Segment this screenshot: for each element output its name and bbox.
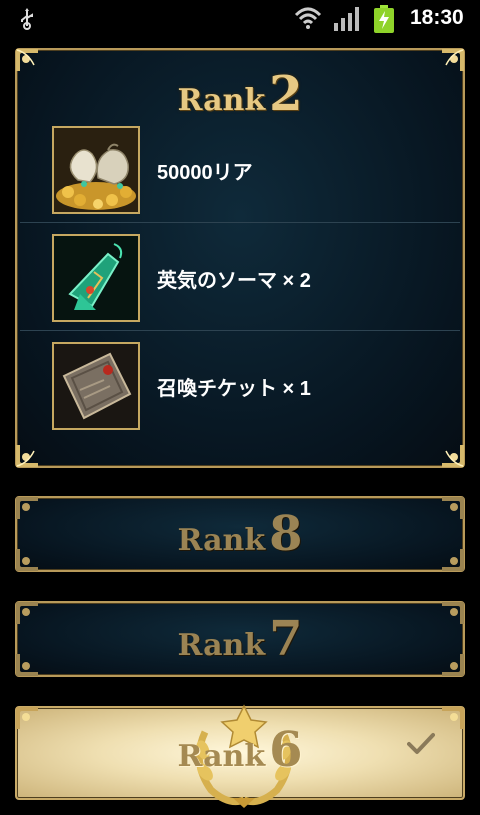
rank-word: Rank: [177, 83, 266, 118]
summon-ticket-icon: [52, 342, 140, 430]
rank-7-panel[interactable]: Rank7: [15, 601, 465, 677]
reward-row: 50000リア: [19, 126, 463, 234]
rank-heading: Rank8: [17, 506, 463, 562]
divider: [20, 330, 460, 331]
reward-label: 召喚チケット × 1: [157, 378, 311, 400]
wifi-icon: [294, 6, 322, 30]
rank-heading: Rank2: [17, 66, 463, 122]
rank-6-panel[interactable]: Rank6: [15, 704, 465, 808]
status-bar: 18:30: [0, 0, 480, 38]
divider: [20, 222, 460, 223]
reward-row: 英気のソーマ × 2: [19, 234, 463, 342]
rank-8-panel[interactable]: Rank8: [15, 496, 465, 572]
rank-number: 8: [269, 506, 303, 562]
battery-charging-icon: [373, 5, 395, 33]
money-bags-icon: [52, 126, 140, 214]
rank-word: Rank: [177, 739, 266, 774]
signal-icon: [333, 7, 359, 31]
rank-word: Rank: [177, 628, 266, 663]
potion-bottle-icon: [52, 234, 140, 322]
reward-row: 召喚チケット × 1: [19, 342, 463, 450]
rank-number: 7: [269, 611, 303, 667]
reward-label: 50000リア: [157, 162, 253, 184]
rank-word: Rank: [177, 523, 266, 558]
reward-label: 英気のソーマ × 2: [157, 270, 311, 292]
rank-number: 6: [269, 722, 303, 778]
rank-2-panel[interactable]: Rank2 50000リア 英気のソーマ × 2 召喚チケット × 1: [15, 48, 465, 468]
usb-icon: [16, 8, 38, 30]
rank-heading: Rank6: [17, 722, 463, 778]
clock: 18:30: [410, 6, 464, 29]
rank-number: 2: [269, 66, 303, 122]
rank-heading: Rank7: [17, 611, 463, 667]
checkmark-icon: [407, 732, 435, 756]
